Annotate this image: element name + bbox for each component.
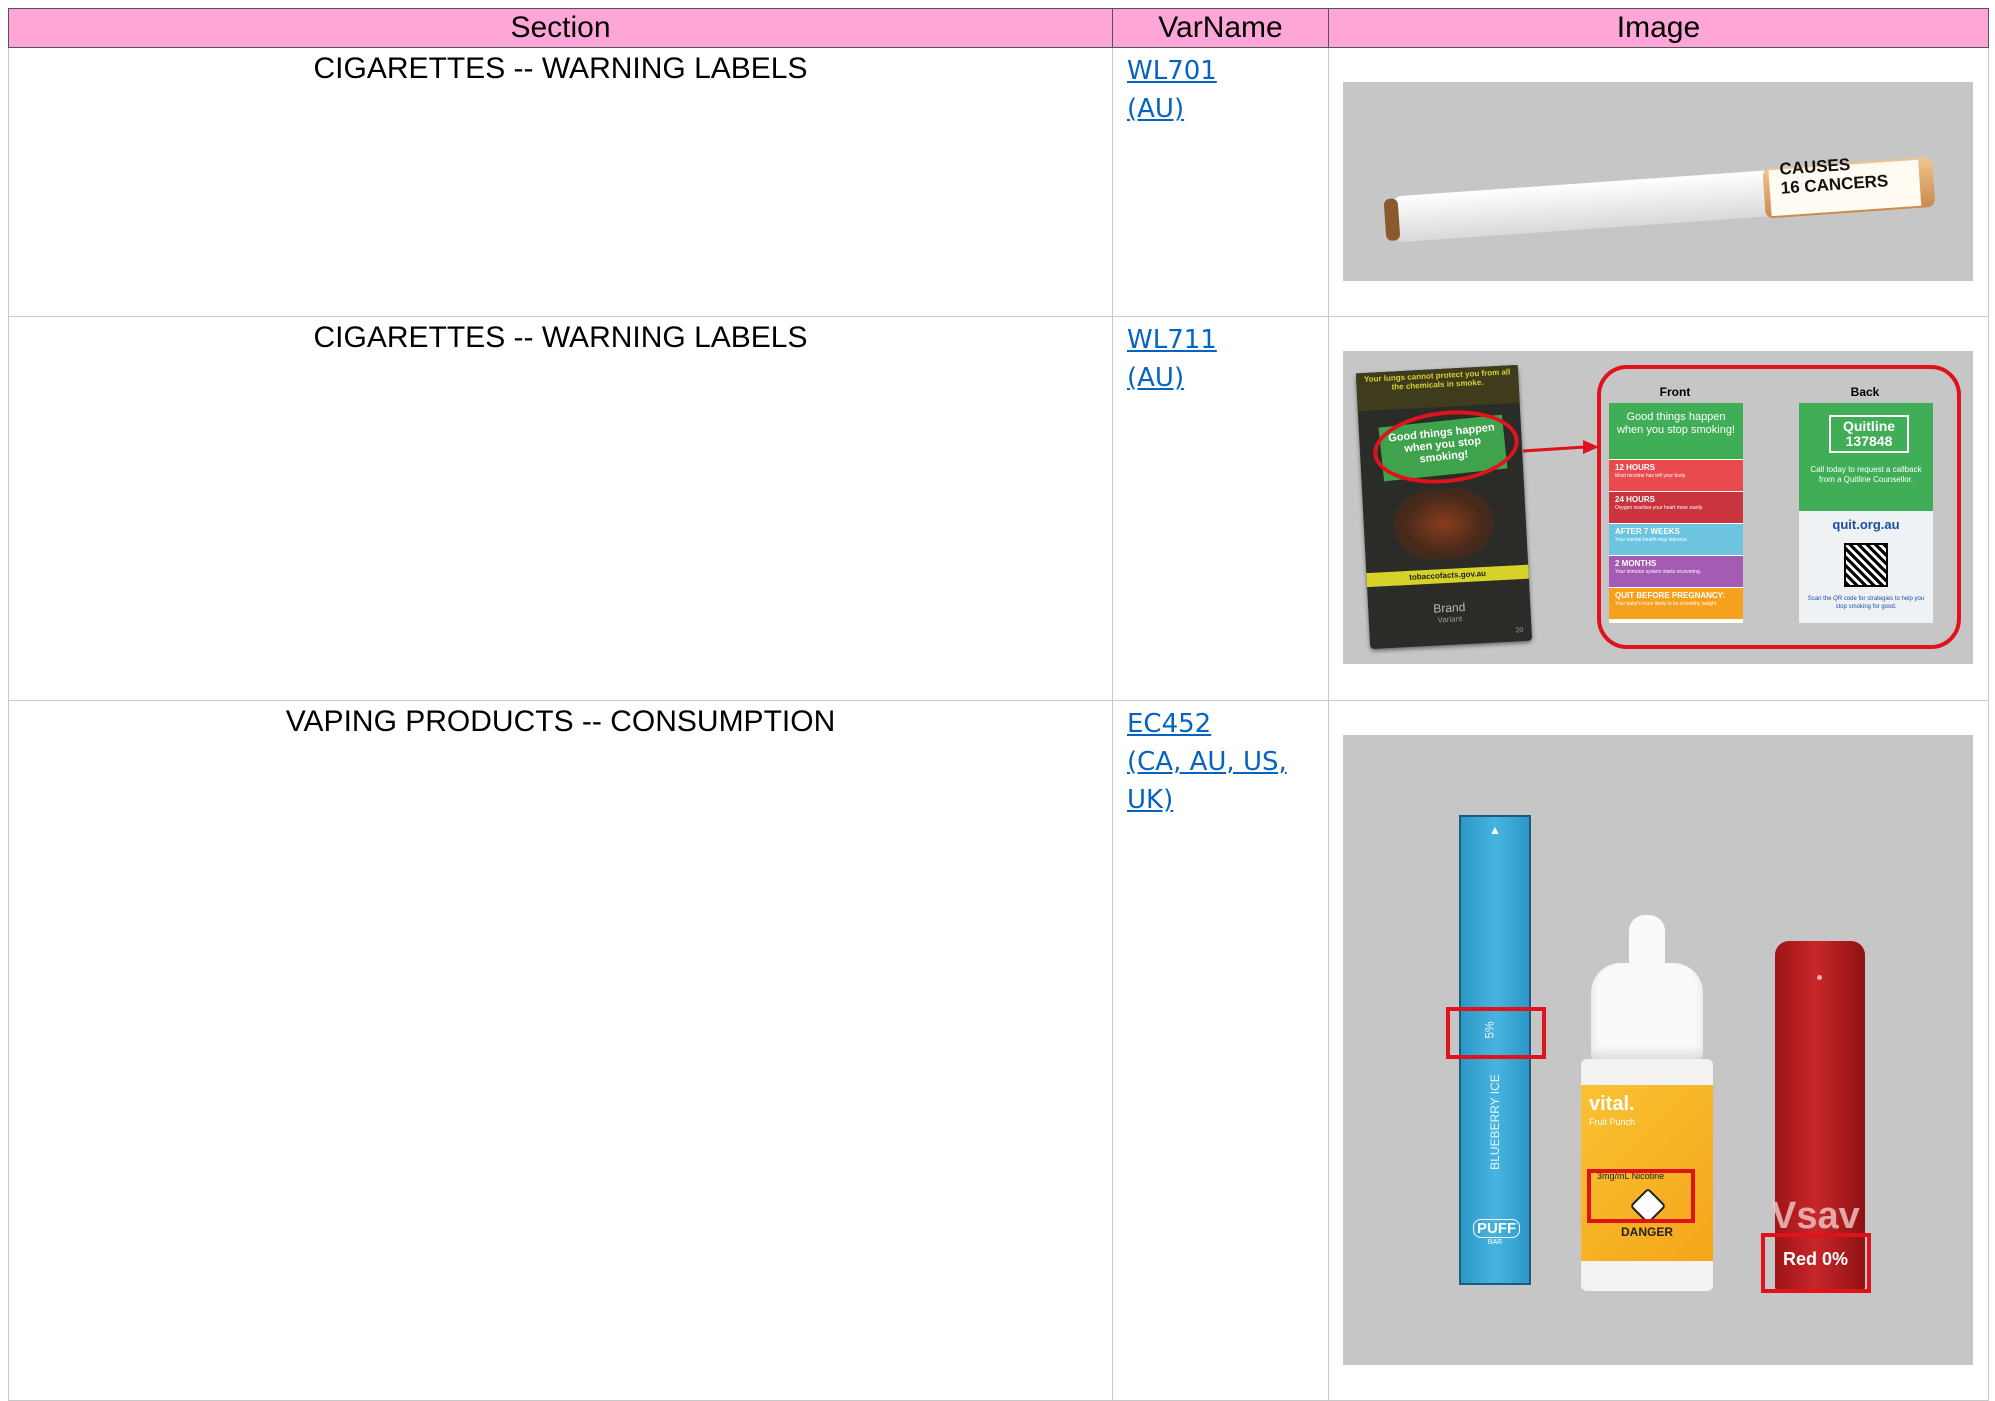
table-row: CIGARETTES -- WARNING LABELS WL701 (AU) xyxy=(8,47,1989,317)
header-varname: VarName xyxy=(1112,8,1329,48)
header-image: Image xyxy=(1328,8,1989,48)
front-insert-item-text: Your immune system starts recovering. xyxy=(1615,569,1702,575)
image-cell: Your lungs cannot protect you from all t… xyxy=(1328,316,1989,701)
back-insert-footer: Scan the QR code for strategies to help … xyxy=(1807,596,1925,610)
vaping-products-image: ▲ 5% BLUEBERRY ICE PUFF BAR vital. Fruit… xyxy=(1343,735,1973,1365)
eliquid-bottle: vital. Fruit Punch 3mg/mL Nicotine DANGE… xyxy=(1581,915,1713,1295)
pod-indicator-dot xyxy=(1817,975,1822,980)
pod-label-highlight xyxy=(1761,1233,1871,1293)
bottle-cap xyxy=(1591,963,1703,1059)
back-insert-title-block: Quitline 137848 Call today to request a … xyxy=(1799,403,1933,511)
front-insert-title-block: Good things happen when you stop smoking… xyxy=(1609,403,1743,459)
bottle-tip xyxy=(1629,915,1665,965)
front-insert-item: 24 HOURS Oxygen reaches your heart more e… xyxy=(1609,491,1743,523)
puff-strength-highlight xyxy=(1446,1007,1546,1059)
front-insert-item: 2 MONTHS Your immune system starts recove… xyxy=(1609,555,1743,587)
back-insert: Quitline 137848 Call today to request a … xyxy=(1799,403,1933,623)
pod-brand: Vsav xyxy=(1771,1195,1860,1237)
back-label: Back xyxy=(1850,385,1880,399)
section-text: VAPING PRODUCTS -- CONSUMPTION xyxy=(285,705,836,738)
data-table: Section VarName Image CIGARETTES -- WARN… xyxy=(8,8,1989,1401)
varname-link[interactable]: WL711 (AU) xyxy=(1127,317,1328,397)
front-label: Front xyxy=(1659,385,1691,399)
bottle-flavor: Fruit Punch xyxy=(1589,1117,1636,1127)
varname-code: WL701 xyxy=(1127,56,1217,86)
back-insert-url: quit.org.au xyxy=(1832,517,1900,532)
pack-url: tobaccofacts.gov.au xyxy=(1409,568,1487,582)
cigarette-caption: CAUSES 16 CANCERS xyxy=(1778,154,1889,198)
varname-code: EC452 xyxy=(1127,709,1212,739)
table-row: CIGARETTES -- WARNING LABELS WL711 (AU) … xyxy=(8,316,1989,701)
varname-cell: WL711 (AU) xyxy=(1112,316,1329,701)
front-insert-item-text: Most nicotine has left your body. xyxy=(1615,473,1687,479)
qr-code-icon xyxy=(1844,543,1888,587)
front-insert-item: QUIT BEFORE PREGNANCY: Your baby's more l… xyxy=(1609,587,1743,619)
puff-bar-flavor: BLUEBERRY ICE xyxy=(1488,1074,1502,1170)
warning-pack-image: Your lungs cannot protect you from all t… xyxy=(1343,351,1973,664)
front-insert-item-title: 12 HOURS xyxy=(1615,463,1656,472)
front-insert-item-text: Your baby's more likely to be a healthy … xyxy=(1615,601,1718,607)
cigarette-pack: Your lungs cannot protect you from all t… xyxy=(1355,364,1533,650)
varname-link[interactable]: EC452 (CA, AU, US, UK) xyxy=(1127,701,1328,819)
front-insert-item-text: Your mental health may improve. xyxy=(1615,537,1688,543)
section-text: CIGARETTES -- WARNING LABELS xyxy=(313,52,808,85)
cigarette-image: CAUSES 16 CANCERS xyxy=(1343,82,1973,281)
header-section: Section xyxy=(8,8,1113,48)
arrow-right-icon xyxy=(1522,440,1599,454)
front-insert-item-title: 2 MONTHS xyxy=(1615,559,1657,568)
varname-countries: (AU) xyxy=(1127,363,1185,393)
section-cell: VAPING PRODUCTS -- CONSUMPTION xyxy=(8,700,1113,1401)
front-insert-items: 12 HOURS Most nicotine has left your body… xyxy=(1609,459,1743,619)
front-insert-item: AFTER 7 WEEKS Your mental health may impr… xyxy=(1609,523,1743,555)
varname-cell: EC452 (CA, AU, US, UK) xyxy=(1112,700,1329,1401)
back-insert-title: Quitline 137848 xyxy=(1829,415,1909,453)
header-row: Section VarName Image xyxy=(8,8,1989,48)
bottle-warning: DANGER xyxy=(1620,1225,1673,1239)
nicotine-highlight xyxy=(1587,1169,1695,1223)
bottle-brand: vital. xyxy=(1589,1093,1635,1115)
image-cell: CAUSES 16 CANCERS xyxy=(1328,47,1989,317)
table-row: VAPING PRODUCTS -- CONSUMPTION EC452 (CA… xyxy=(8,700,1989,1401)
pack-top-text: Your lungs cannot protect you from all t… xyxy=(1363,367,1511,392)
varname-countries: UK) xyxy=(1127,785,1174,815)
pack-url-bar: tobaccofacts.gov.au xyxy=(1366,564,1529,588)
back-insert-text: Call today to request a callback from a … xyxy=(1810,465,1922,484)
section-text: CIGARETTES -- WARNING LABELS xyxy=(313,321,808,354)
front-insert-item-title: 24 HOURS xyxy=(1615,495,1656,504)
varname-countries: (CA, AU, US, xyxy=(1127,747,1287,777)
front-insert: Good things happen when you stop smoking… xyxy=(1609,403,1743,623)
pack-count: 20 xyxy=(1515,627,1524,635)
front-insert-title: Good things happen when you stop smoking… xyxy=(1616,411,1735,436)
front-insert-item-title: AFTER 7 WEEKS xyxy=(1615,527,1680,536)
front-insert-item-title: QUIT BEFORE PREGNANCY: xyxy=(1615,591,1726,600)
front-insert-item: 12 HOURS Most nicotine has left your body… xyxy=(1609,459,1743,491)
section-cell: CIGARETTES -- WARNING LABELS xyxy=(8,316,1113,701)
puff-bar-brand: PUFF xyxy=(1473,1219,1521,1238)
varname-code: WL711 xyxy=(1127,325,1217,355)
varname-countries: (AU) xyxy=(1127,94,1185,124)
puff-bar-sub: BAR xyxy=(1487,1239,1503,1246)
front-insert-item-text: Oxygen reaches your heart more easily. xyxy=(1615,505,1704,511)
varname-cell: WL701 (AU) xyxy=(1112,47,1329,317)
pack-lid: Your lungs cannot protect you from all t… xyxy=(1355,364,1520,412)
section-cell: CIGARETTES -- WARNING LABELS xyxy=(8,47,1113,317)
puff-bar-arrow: ▲ xyxy=(1489,823,1501,837)
varname-link[interactable]: WL701 (AU) xyxy=(1127,48,1328,128)
image-cell: ▲ 5% BLUEBERRY ICE PUFF BAR vital. Fruit… xyxy=(1328,700,1989,1401)
pack-lungs-graphic xyxy=(1392,486,1496,562)
